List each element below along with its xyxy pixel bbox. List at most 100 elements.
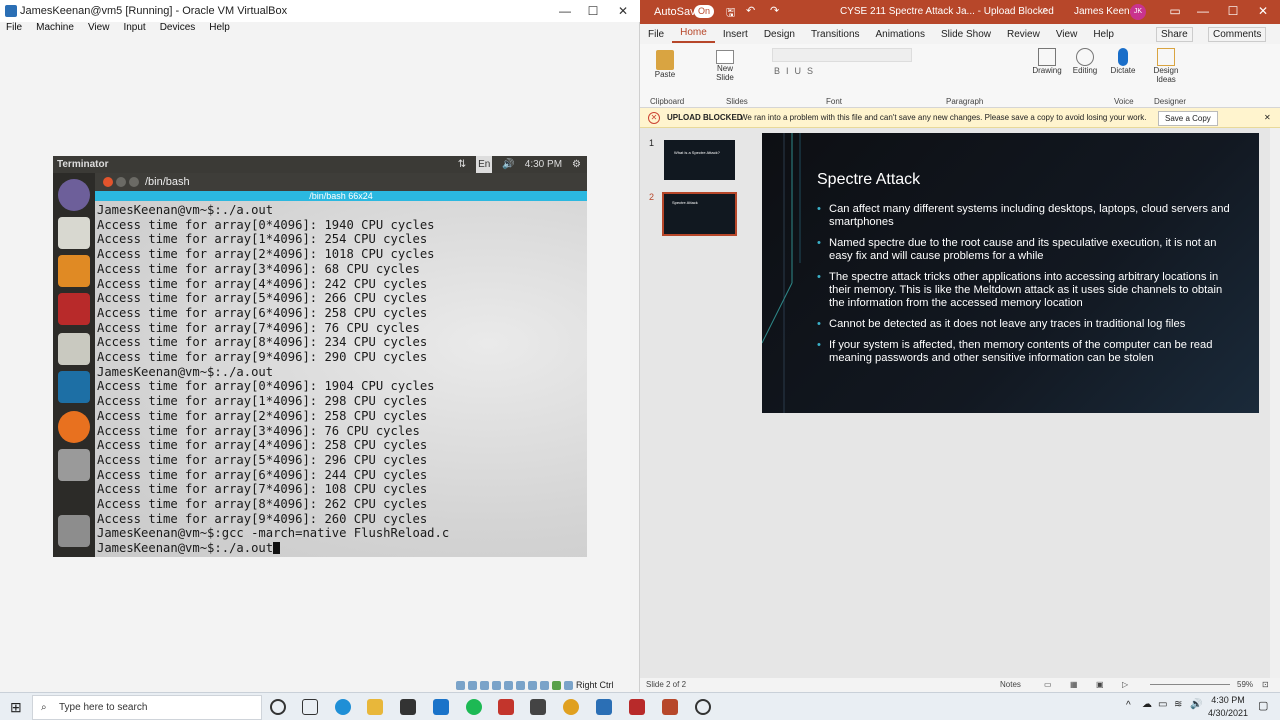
fit-slide-icon[interactable]: ⊡	[1262, 678, 1269, 692]
gear-icon[interactable]: ⚙	[572, 156, 581, 173]
menu-devices[interactable]: Devices	[160, 22, 196, 36]
obs-icon[interactable]	[695, 699, 711, 715]
file-explorer-icon[interactable]	[367, 699, 383, 715]
autosave-toggle[interactable]: On	[694, 5, 715, 18]
taskbar-date[interactable]: 4/30/2021	[1204, 708, 1252, 718]
tab-animations[interactable]: Animations	[868, 29, 933, 40]
font-family-select[interactable]	[772, 48, 912, 62]
wireshark-icon[interactable]	[58, 371, 90, 403]
mail-icon[interactable]	[433, 699, 449, 715]
drawing-button[interactable]: Drawing	[1030, 48, 1064, 75]
recording-icon[interactable]	[540, 680, 549, 690]
maximize-icon[interactable]: ☐	[578, 0, 608, 22]
search-icon[interactable]: ⌕	[1042, 4, 1048, 17]
minimize-icon[interactable]: —	[550, 0, 580, 22]
network-icon[interactable]: ⇅	[458, 156, 466, 173]
media-app-icon[interactable]	[498, 699, 514, 715]
slide-thumbnail-1[interactable]: What is a Spectre Attack?	[664, 140, 735, 180]
text-editor-icon[interactable]	[58, 217, 90, 249]
powerpoint-taskbar-icon[interactable]	[662, 699, 678, 715]
notes-button[interactable]: Notes	[1000, 678, 1021, 692]
zoom-slider[interactable]	[1150, 684, 1230, 685]
dictate-button[interactable]: Dictate	[1106, 48, 1140, 75]
firefox-icon[interactable]	[58, 411, 90, 443]
menu-view[interactable]: View	[88, 22, 110, 36]
new-slide-button[interactable]: New Slide	[710, 50, 740, 82]
windows-start-icon[interactable]: ⊞	[10, 699, 22, 716]
notifications-icon[interactable]: ▢	[1258, 699, 1268, 712]
reading-view-icon[interactable]: ▣	[1096, 678, 1104, 692]
slide-thumbnail-2[interactable]: Spectre Attack	[662, 192, 737, 236]
terminator-taskbar-icon[interactable]	[629, 699, 645, 715]
tray-app-icon[interactable]: ☁	[1142, 699, 1152, 710]
network-tray-icon[interactable]: ▭	[1158, 699, 1167, 710]
keyboard-lang[interactable]: En	[476, 156, 493, 173]
terminator-icon[interactable]	[58, 293, 90, 325]
store-icon[interactable]	[400, 699, 416, 715]
editing-button[interactable]: Editing	[1068, 48, 1102, 75]
share-button[interactable]: Share	[1156, 27, 1193, 42]
cortana-icon[interactable]	[270, 699, 286, 715]
close-icon[interactable]: ✕	[608, 0, 638, 22]
wifi-icon[interactable]: ≋	[1174, 699, 1182, 710]
ubuntu-dash-icon[interactable]	[58, 179, 90, 211]
edge-icon[interactable]	[335, 699, 351, 715]
trash-icon[interactable]	[58, 515, 90, 547]
tab-review[interactable]: Review	[999, 29, 1048, 40]
volume-icon[interactable]: 🔊	[502, 156, 514, 173]
menu-machine[interactable]: Machine	[36, 22, 74, 36]
tab-file[interactable]: File	[640, 29, 672, 40]
files-icon[interactable]	[58, 333, 90, 365]
tab-slide-show[interactable]: Slide Show	[933, 29, 999, 40]
design-ideas-button[interactable]: Design Ideas	[1146, 48, 1186, 84]
app-icon[interactable]	[530, 699, 546, 715]
tray-chevron-icon[interactable]: ^	[1126, 700, 1131, 711]
close-dot-icon[interactable]	[103, 177, 113, 187]
tab-view[interactable]: View	[1048, 29, 1086, 40]
optical-drive-icon[interactable]	[468, 680, 477, 690]
menu-help[interactable]: Help	[209, 22, 230, 36]
display-icon[interactable]	[528, 680, 537, 690]
tab-help[interactable]: Help	[1085, 29, 1122, 40]
paragraph-buttons[interactable]	[916, 48, 1016, 88]
document-title[interactable]: CYSE 211 Spectre Attack Ja... - Upload B…	[840, 6, 1054, 17]
save-copy-button[interactable]: Save a Copy	[1158, 111, 1218, 126]
terminal-screen[interactable]: JamesKeenan@vm~$:./a.out Access time for…	[95, 201, 587, 557]
settings-icon[interactable]	[58, 449, 90, 481]
minimize-icon[interactable]: —	[1188, 0, 1218, 22]
dismiss-icon[interactable]: ✕	[1264, 108, 1271, 128]
ribbon-display-icon[interactable]: ▭	[1160, 0, 1190, 22]
maximize-dot-icon[interactable]	[129, 177, 139, 187]
network-adapter-icon[interactable]	[492, 680, 501, 690]
zoom-level[interactable]: 59%	[1237, 678, 1253, 692]
vertical-scrollbar[interactable]	[1270, 128, 1280, 678]
maximize-icon[interactable]: ☐	[1218, 0, 1248, 22]
save-icon[interactable]: 🖫	[726, 4, 735, 23]
tab-home[interactable]: Home	[672, 25, 715, 43]
current-slide[interactable]: Spectre Attack Can affect many different…	[762, 133, 1259, 413]
avatar[interactable]: JK	[1130, 4, 1146, 20]
mouse-integration-icon[interactable]	[564, 680, 573, 690]
virtualbox-taskbar-icon[interactable]	[596, 699, 612, 715]
font-format-buttons[interactable]: BIUS	[774, 66, 819, 76]
clock[interactable]: 4:30 PM	[525, 156, 562, 173]
tab-insert[interactable]: Insert	[715, 29, 756, 40]
undo-icon[interactable]: ↶	[746, 4, 755, 17]
tab-transitions[interactable]: Transitions	[803, 29, 868, 40]
spotify-icon[interactable]	[466, 699, 482, 715]
chrome-icon[interactable]	[563, 699, 579, 715]
slide-sorter-icon[interactable]: ▦	[1070, 678, 1078, 692]
shared-folder-icon[interactable]	[516, 680, 525, 690]
redo-icon[interactable]: ↷	[770, 4, 779, 17]
audio-icon[interactable]	[480, 680, 489, 690]
task-view-icon[interactable]	[302, 699, 318, 715]
menu-file[interactable]: File	[6, 22, 22, 36]
paste-button[interactable]: Paste	[650, 50, 680, 79]
minimize-dot-icon[interactable]	[116, 177, 126, 187]
tab-design[interactable]: Design	[756, 29, 803, 40]
normal-view-icon[interactable]: ▭	[1044, 678, 1052, 692]
disk-icon[interactable]	[456, 680, 465, 690]
sublime-icon[interactable]	[58, 255, 90, 287]
terminal-tab[interactable]: /bin/bash 66x24	[95, 191, 587, 201]
terminal-prompt-line[interactable]: JamesKeenan@vm~$:./a.out	[97, 541, 281, 556]
